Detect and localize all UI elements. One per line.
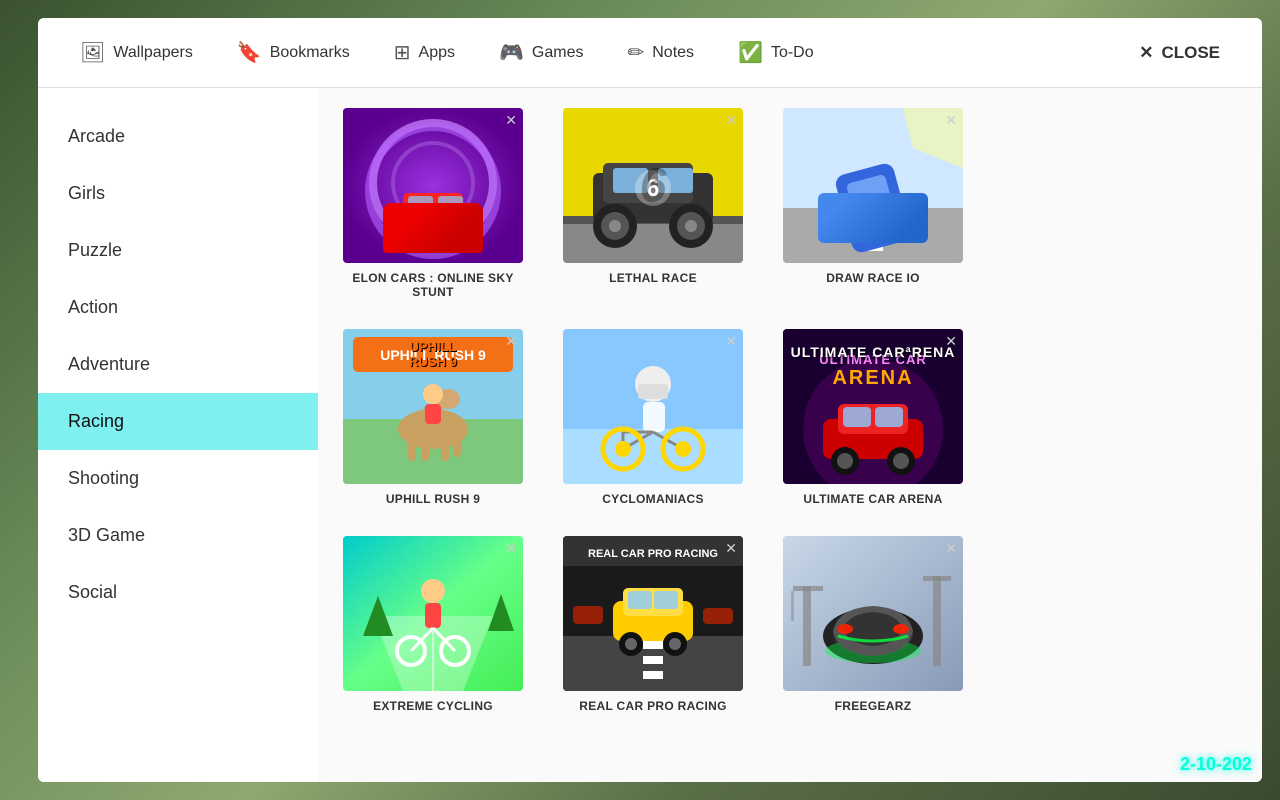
game-thumbnail-uphill-rush: ✕ UPHILL RUSH 9	[343, 329, 523, 484]
sidebar-item-shooting[interactable]: Shooting	[38, 450, 318, 507]
sidebar-item-girls[interactable]: Girls	[38, 165, 318, 222]
game-card-extreme-cycling[interactable]: ✕	[343, 536, 523, 713]
nav-wallpapers-label: Wallpapers	[113, 44, 192, 62]
content-area: Arcade Girls Puzzle Action Adventure Rac…	[38, 88, 1262, 782]
remove-game-icon[interactable]: ✕	[725, 112, 737, 129]
bookmarks-icon: 🔖	[237, 40, 262, 65]
game-thumbnail-extreme-cycling: ✕	[343, 536, 523, 691]
todo-icon: ✅	[738, 40, 763, 65]
svg-text:ULTIMATE CAR: ULTIMATE CAR	[819, 352, 927, 367]
game-card-cyclomaniacs[interactable]: ✕	[563, 329, 743, 506]
svg-text:6: 6	[646, 175, 659, 202]
nav-notes[interactable]: ✏ Notes	[605, 18, 716, 87]
nav-apps-label: Apps	[419, 44, 455, 62]
nav-todo-label: To-Do	[771, 44, 814, 62]
game-thumbnail-ultimate-arena: ✕ ULTIMATE CAR ARENA	[783, 329, 963, 484]
sidebar-item-adventure[interactable]: Adventure	[38, 336, 318, 393]
sidebar-item-arcade[interactable]: Arcade	[38, 108, 318, 165]
sidebar-item-social[interactable]: Social	[38, 564, 318, 621]
sidebar-item-action[interactable]: Action	[38, 279, 318, 336]
nav-wallpapers[interactable]: 🖼 Wallpapers	[58, 18, 215, 87]
wallpapers-icon: 🖼	[80, 40, 105, 65]
nav-games-label: Games	[532, 44, 584, 62]
clock: 2-10-202	[1180, 754, 1252, 775]
game-thumbnail-lethal-race: ✕ 6	[563, 108, 743, 263]
nav-notes-label: Notes	[652, 44, 694, 62]
game-title-cyclomaniacs: CYCLOMANIACS	[602, 492, 704, 506]
games-icon: 🎮	[499, 40, 524, 65]
nav-bookmarks-label: Bookmarks	[270, 44, 350, 62]
close-button[interactable]: ✕ CLOSE	[1117, 18, 1242, 87]
remove-game-icon[interactable]: ✕	[505, 540, 517, 557]
sidebar-item-3dgame[interactable]: 3D Game	[38, 507, 318, 564]
game-card-uphill-rush[interactable]: ✕ UPHILL RUSH 9	[343, 329, 523, 506]
sidebar: Arcade Girls Puzzle Action Adventure Rac…	[38, 88, 318, 782]
remove-game-icon[interactable]: ✕	[945, 333, 957, 350]
game-card-lethal-race[interactable]: ✕ 6	[563, 108, 743, 299]
close-label: CLOSE	[1161, 43, 1220, 63]
nav-apps[interactable]: ⊞ Apps	[372, 18, 477, 87]
remove-game-icon[interactable]: ✕	[945, 540, 957, 557]
sidebar-item-puzzle[interactable]: Puzzle	[38, 222, 318, 279]
game-thumbnail-freegearz: ✕	[783, 536, 963, 691]
game-card-ultimate-arena[interactable]: ✕ ULTIMATE CAR ARENA	[783, 329, 963, 506]
game-title-lethal-race: LETHAL RACE	[609, 271, 697, 285]
game-card-draw-race[interactable]: ✕	[783, 108, 963, 299]
game-title-elon-cars: ELON CARS : ONLINE SKY STUNT	[343, 271, 523, 299]
svg-text:ARENA: ARENA	[832, 367, 913, 389]
game-title-extreme-cycling: EXTREME CYCLING	[373, 699, 493, 713]
close-x-icon: ✕	[1139, 43, 1153, 63]
games-area: ✕	[318, 88, 1262, 782]
main-panel: 🖼 Wallpapers 🔖 Bookmarks ⊞ Apps 🎮 Games …	[38, 18, 1262, 782]
svg-text:UPHILL RUSH 9: UPHILL RUSH 9	[380, 347, 486, 363]
svg-text:REAL CAR PRO RACING: REAL CAR PRO RACING	[588, 547, 718, 559]
nav-games[interactable]: 🎮 Games	[477, 18, 605, 87]
remove-game-icon[interactable]: ✕	[505, 112, 517, 129]
games-grid: ✕	[343, 108, 1237, 713]
remove-game-icon[interactable]: ✕	[725, 540, 737, 557]
game-card-real-car-pro[interactable]: ✕ REAL CAR PRO RACING	[563, 536, 743, 713]
game-thumbnail-real-car-pro: ✕ REAL CAR PRO RACING	[563, 536, 743, 691]
game-title-real-car-pro: REAL CAR PRO RACING	[579, 699, 727, 713]
nav-todo[interactable]: ✅ To-Do	[716, 18, 836, 87]
game-thumbnail-cyclomaniacs: ✕	[563, 329, 743, 484]
sidebar-item-racing[interactable]: Racing	[38, 393, 318, 450]
apps-icon: ⊞	[394, 40, 411, 65]
game-card-freegearz[interactable]: ✕	[783, 536, 963, 713]
remove-game-icon[interactable]: ✕	[505, 333, 517, 350]
game-title-draw-race: DRAW RACE IO	[826, 271, 920, 285]
game-title-uphill-rush: UPHILL RUSH 9	[386, 492, 480, 506]
game-thumbnail-draw-race: ✕	[783, 108, 963, 263]
game-card-elon-cars[interactable]: ✕	[343, 108, 523, 299]
game-title-freegearz: FREEGEARZ	[835, 699, 912, 713]
game-thumbnail-elon-cars: ✕	[343, 108, 523, 263]
remove-game-icon[interactable]: ✕	[945, 112, 957, 129]
header-nav: 🖼 Wallpapers 🔖 Bookmarks ⊞ Apps 🎮 Games …	[38, 18, 1262, 88]
notes-icon: ✏	[627, 40, 644, 65]
game-title-ultimate-arena: ULTIMATE CAR ARENA	[803, 492, 942, 506]
nav-bookmarks[interactable]: 🔖 Bookmarks	[215, 18, 372, 87]
remove-game-icon[interactable]: ✕	[725, 333, 737, 350]
